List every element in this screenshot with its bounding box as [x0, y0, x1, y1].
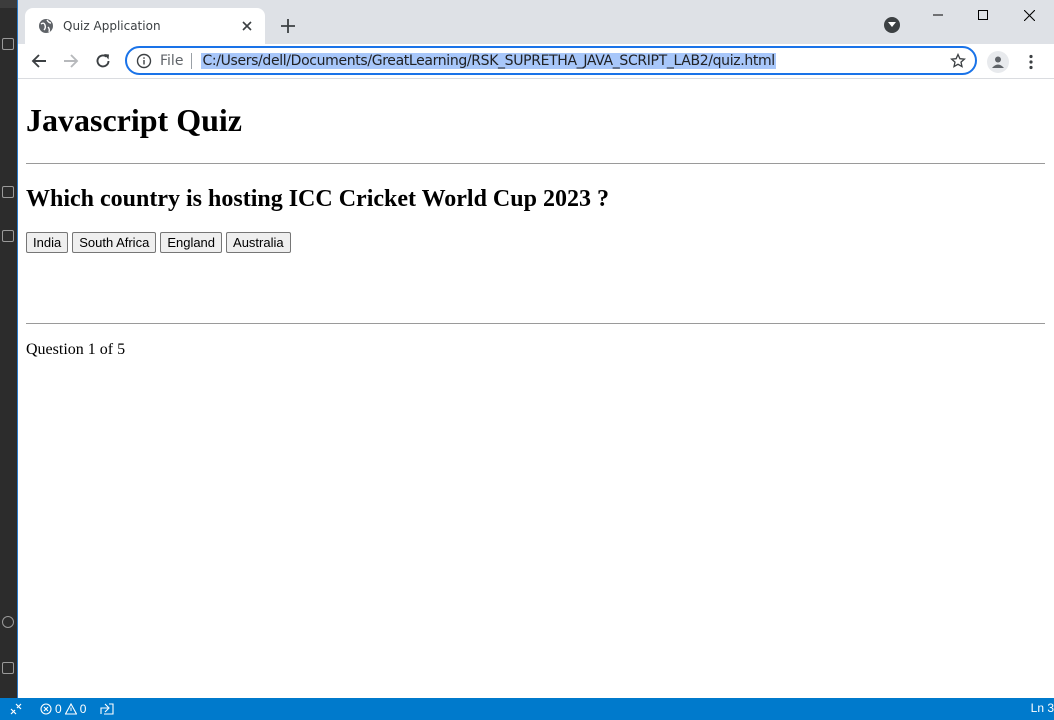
kebab-menu-icon	[1029, 54, 1033, 70]
error-icon	[40, 703, 52, 715]
globe-icon	[38, 18, 54, 34]
back-button[interactable]	[27, 49, 51, 73]
close-window-button[interactable]	[1006, 0, 1052, 30]
vscode-titlebar-corner	[0, 0, 17, 8]
live-share-button[interactable]	[100, 703, 114, 715]
tab-search-button[interactable]	[884, 17, 900, 33]
answer-choices: India South Africa England Australia	[26, 232, 1045, 253]
person-icon	[992, 56, 1004, 68]
browser-window: Quiz Application File C:/Users/dell/Docu…	[17, 0, 1054, 698]
plus-icon	[281, 19, 295, 33]
omnibox-divider	[191, 52, 193, 69]
choice-button-england[interactable]: England	[160, 232, 223, 253]
footer-divider	[26, 323, 1045, 324]
bookmark-star-icon[interactable]	[950, 53, 966, 69]
live-share-icon	[100, 703, 114, 715]
remote-explorer-icon[interactable]	[2, 230, 14, 242]
page-title: Javascript Quiz	[26, 102, 242, 138]
reload-button[interactable]	[91, 49, 115, 73]
close-icon	[1023, 9, 1035, 21]
minimize-icon	[933, 14, 943, 16]
chrome-menu-button[interactable]	[1021, 51, 1041, 73]
maximize-button[interactable]	[960, 0, 1006, 30]
question-text: Which country is hosting ICC Cricket Wor…	[26, 186, 609, 212]
question-progress: Question 1 of 5	[26, 341, 126, 358]
choice-button-india[interactable]: India	[26, 232, 69, 253]
choice-button-south-africa[interactable]: South Africa	[72, 232, 157, 253]
accounts-icon[interactable]	[2, 616, 14, 628]
profile-avatar[interactable]	[987, 51, 1009, 73]
choice-button-australia[interactable]: Australia	[226, 232, 291, 253]
tab-quiz-application[interactable]: Quiz Application	[25, 8, 265, 44]
url-text[interactable]: C:/Users/dell/Documents/GreatLearning/RS…	[201, 52, 776, 69]
arrow-right-icon	[64, 54, 79, 68]
tab-close-icon[interactable]	[239, 18, 255, 34]
page-content: Javascript Quiz Which country is hosting…	[18, 80, 1054, 698]
vscode-activity-bar	[0, 0, 17, 698]
minimize-button[interactable]	[915, 0, 961, 30]
address-bar[interactable]: File C:/Users/dell/Documents/GreatLearni…	[125, 46, 977, 75]
choices-spacer	[26, 253, 1045, 323]
problems-indicator[interactable]: 0 0	[40, 702, 86, 716]
remote-indicator[interactable]	[0, 698, 32, 720]
info-icon[interactable]	[136, 53, 152, 69]
error-count: 0	[55, 702, 62, 716]
extensions-icon[interactable]	[2, 186, 14, 198]
cursor-position[interactable]: Ln 3	[1031, 701, 1054, 715]
tab-title: Quiz Application	[63, 19, 161, 33]
warning-icon	[64, 703, 77, 715]
scheme-label: File	[160, 52, 184, 69]
explorer-icon[interactable]	[2, 38, 14, 50]
warning-count: 0	[79, 702, 87, 716]
settings-gear-icon[interactable]	[2, 662, 14, 674]
title-divider	[26, 163, 1045, 164]
arrow-left-icon	[31, 54, 46, 68]
vscode-status-bar: 0 0 Ln 3	[0, 698, 1054, 720]
new-tab-button[interactable]	[278, 16, 298, 36]
reload-icon	[96, 54, 110, 68]
forward-button[interactable]	[59, 49, 83, 73]
browser-toolbar: File C:/Users/dell/Documents/GreatLearni…	[18, 44, 1054, 79]
chevron-down-icon	[888, 22, 896, 27]
tab-strip: Quiz Application	[18, 0, 1054, 44]
maximize-icon	[978, 10, 988, 20]
remote-icon	[10, 703, 22, 715]
